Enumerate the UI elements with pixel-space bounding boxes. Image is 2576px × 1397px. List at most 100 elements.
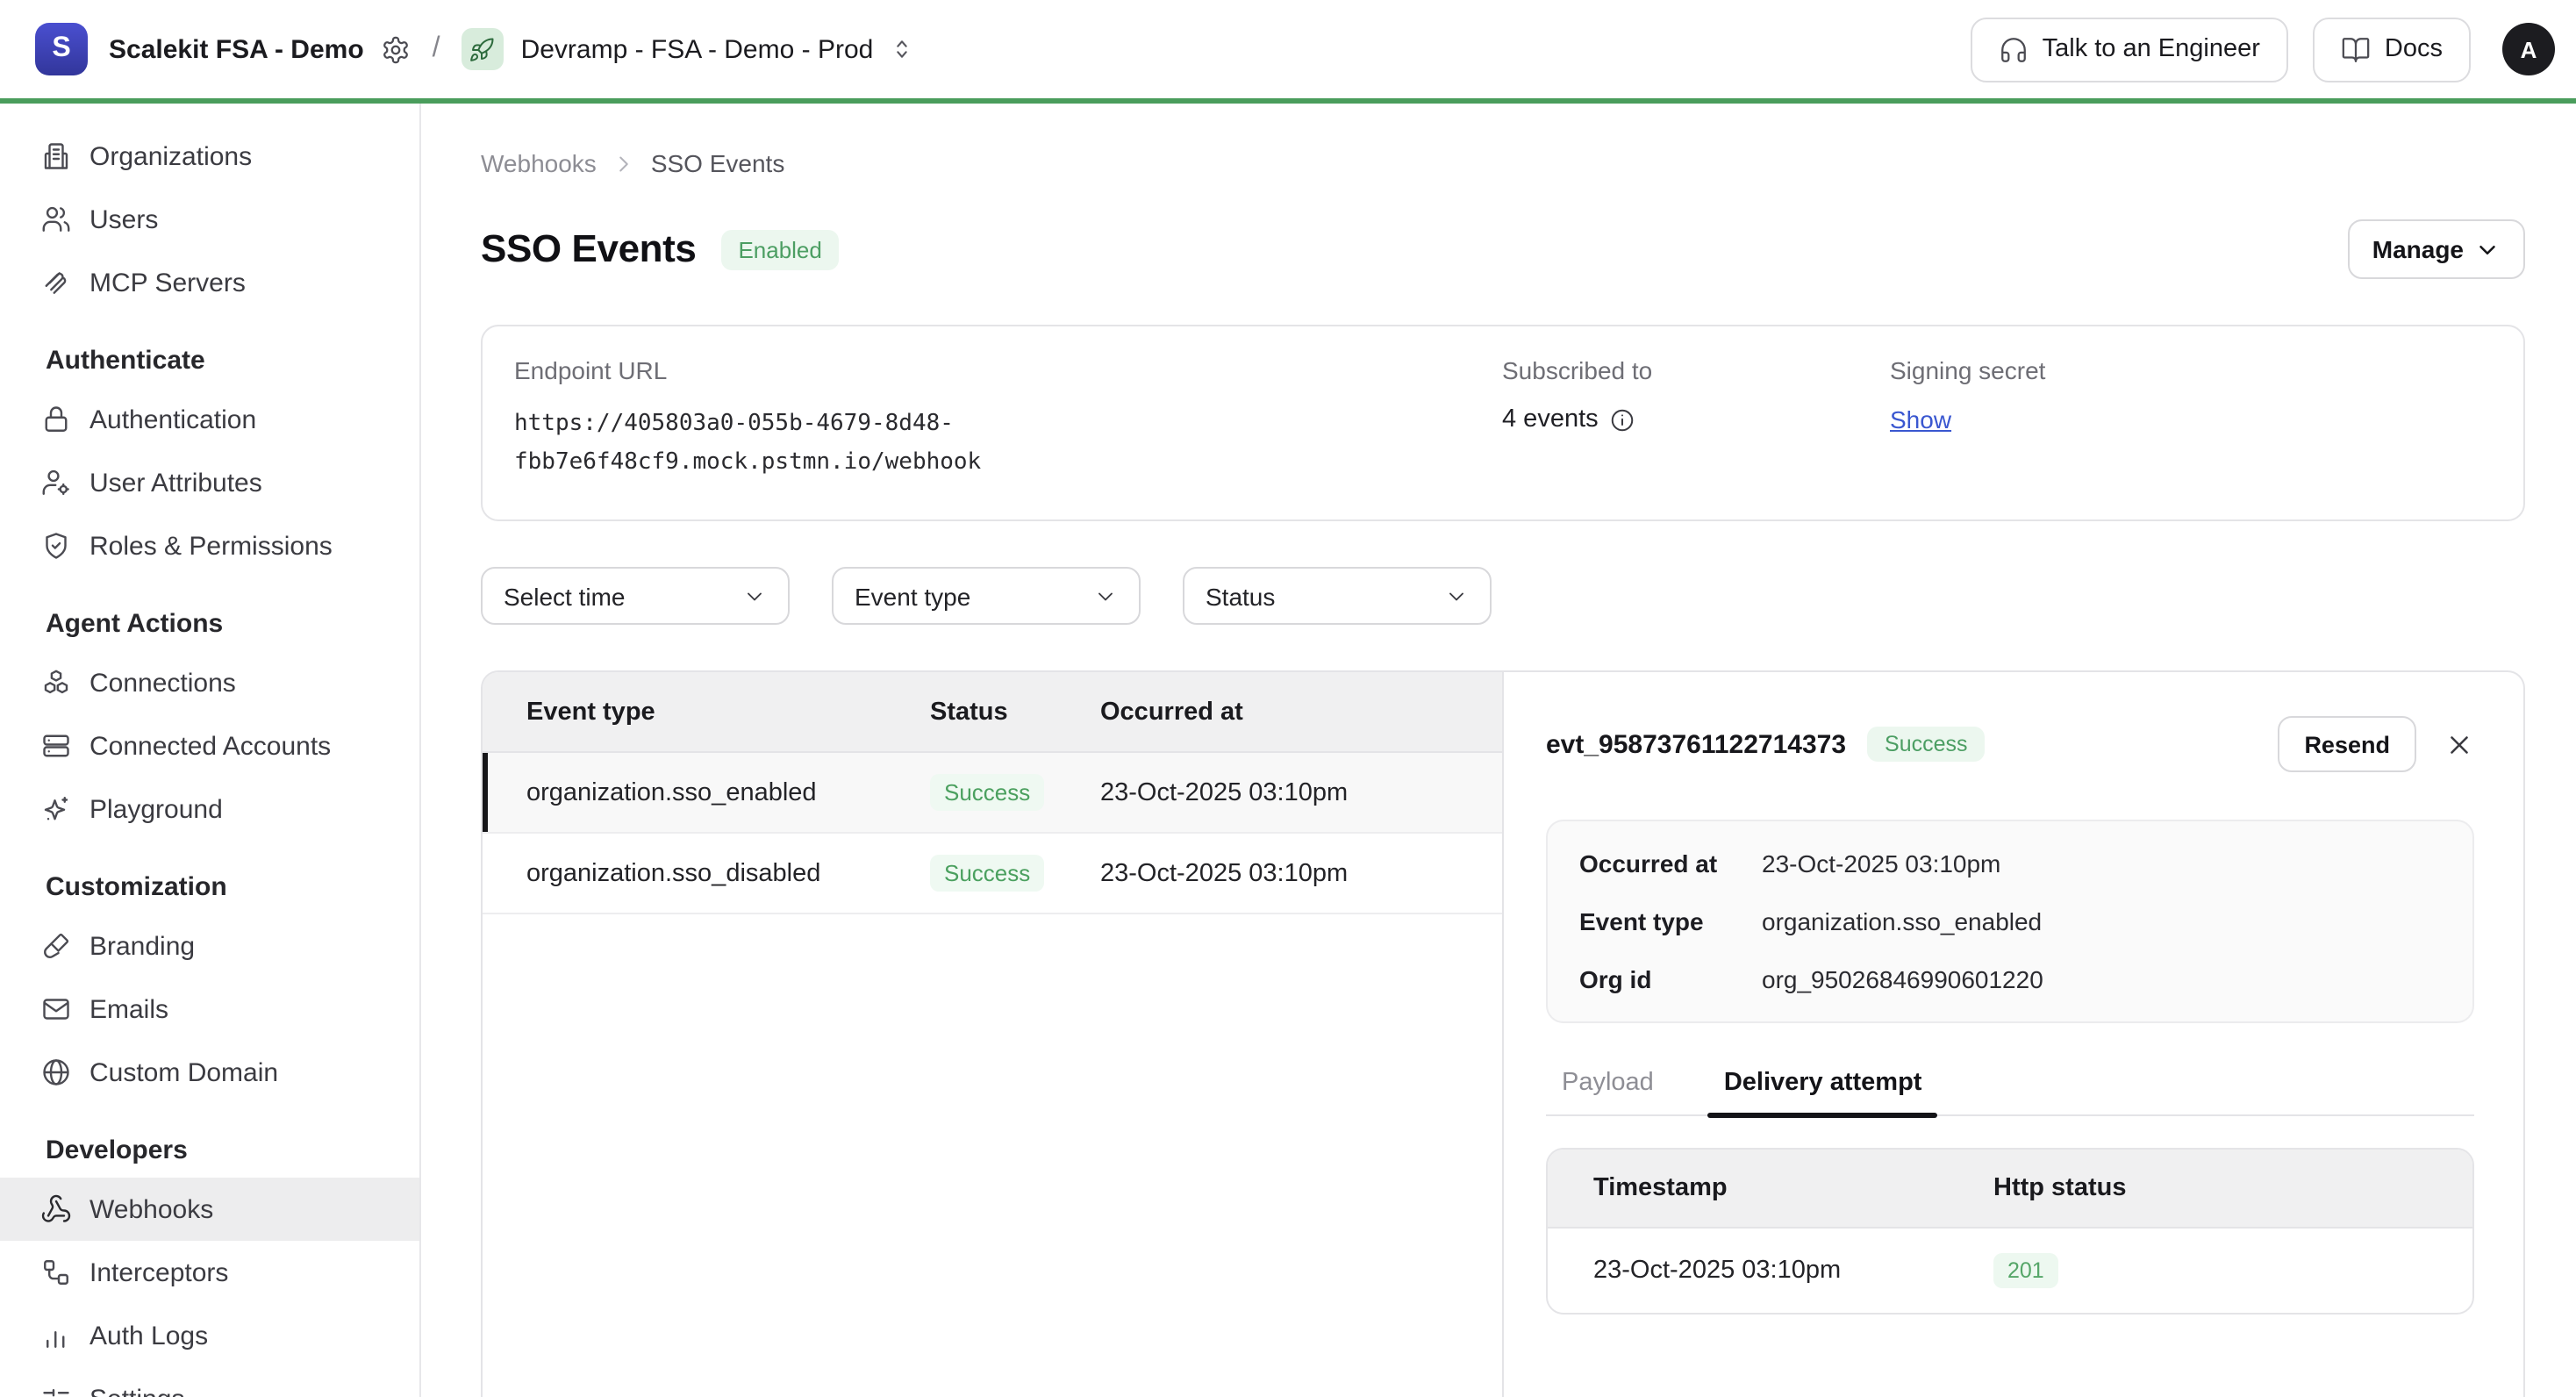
lock-icon <box>40 404 72 435</box>
delivery-table-header: Timestamp Http status <box>1548 1150 2472 1229</box>
endpoint-url-block: Endpoint URL https://405803a0-055b-4679-… <box>514 356 1502 483</box>
sidebar-item-settings[interactable]: Settings <box>0 1367 419 1397</box>
sidebar-item-user-attributes[interactable]: User Attributes <box>0 451 419 514</box>
event-type-filter-select[interactable]: Event type <box>832 567 1141 625</box>
chevron-down-icon <box>1093 584 1118 608</box>
user-gear-icon <box>40 467 72 498</box>
breadcrumb-slash: / <box>433 33 440 65</box>
detail-tabs: Payload Delivery attempt <box>1546 1069 2474 1116</box>
sidebar-item-connections[interactable]: Connections <box>0 651 419 714</box>
sidebar-item-mcp-servers[interactable]: MCP Servers <box>0 251 419 314</box>
subscribed-count: 4 events <box>1502 405 1599 433</box>
sliders-icon <box>40 1383 72 1397</box>
breadcrumb-sso-events: SSO Events <box>651 149 785 177</box>
main-content: Webhooks SSO Events SSO Events Enabled M… <box>421 104 2576 1397</box>
endpoint-url-value: https://405803a0-055b-4679-8d48-fbb7e6f4… <box>514 405 1014 483</box>
sidebar-item-interceptors[interactable]: Interceptors <box>0 1241 419 1304</box>
sidebar-item-playground[interactable]: Playground <box>0 777 419 841</box>
status-filter-select[interactable]: Status <box>1183 567 1492 625</box>
interceptor-icon <box>40 1257 72 1288</box>
chevron-down-icon <box>2474 236 2501 262</box>
breadcrumb: Webhooks SSO Events <box>481 149 2525 177</box>
signing-secret-block: Signing secret Show <box>1890 356 2492 483</box>
sidebar-item-auth-logs[interactable]: Auth Logs <box>0 1304 419 1367</box>
sidebar-item-roles-permissions[interactable]: Roles & Permissions <box>0 514 419 577</box>
workspace-name: Scalekit FSA - Demo <box>109 34 364 64</box>
sidebar-item-custom-domain[interactable]: Custom Domain <box>0 1041 419 1104</box>
sparkles-icon <box>40 793 72 825</box>
mail-icon <box>40 993 72 1025</box>
user-avatar[interactable]: A <box>2502 23 2555 75</box>
breadcrumb-webhooks[interactable]: Webhooks <box>481 149 597 177</box>
endpoint-card: Endpoint URL https://405803a0-055b-4679-… <box>481 325 2525 521</box>
status-badge: Success <box>930 855 1044 892</box>
users-icon <box>40 204 72 235</box>
info-icon[interactable] <box>1609 406 1635 433</box>
sidebar-item-users[interactable]: Users <box>0 188 419 251</box>
endpoint-url-label: Endpoint URL <box>514 356 1502 384</box>
signing-secret-label: Signing secret <box>1890 356 2492 384</box>
resend-button[interactable]: Resend <box>2278 716 2416 772</box>
workspace-settings-gear-icon[interactable] <box>382 34 411 64</box>
cubes-icon <box>40 667 72 698</box>
docs-button[interactable]: Docs <box>2313 17 2471 82</box>
webhook-icon <box>40 1193 72 1225</box>
events-table: Event type Status Occurred at organizati… <box>483 672 1502 1397</box>
tab-payload[interactable]: Payload <box>1546 1069 1670 1114</box>
delivery-attempts-table: Timestamp Http status 23-Oct-2025 03:10p… <box>1546 1148 2474 1315</box>
chevron-down-icon <box>1444 584 1469 608</box>
event-detail-panel: evt_95873761122714373 Success Resend Occ… <box>1502 672 2523 1397</box>
detail-field-event-type: Event type organization.sso_enabled <box>1579 907 2441 935</box>
subscribed-label: Subscribed to <box>1502 356 1890 384</box>
globe-icon <box>40 1057 72 1088</box>
sidebar: Organizations Users MCP Servers Authenti… <box>0 104 421 1397</box>
time-filter-select[interactable]: Select time <box>481 567 790 625</box>
scalekit-logo: S <box>35 23 88 75</box>
server-icon <box>40 730 72 762</box>
sidebar-section-agent-actions: Agent Actions <box>0 602 419 644</box>
book-open-icon <box>2341 34 2371 64</box>
talk-to-engineer-button[interactable]: Talk to an Engineer <box>1971 17 2288 82</box>
sidebar-item-authentication[interactable]: Authentication <box>0 388 419 451</box>
mcp-icon <box>40 267 72 298</box>
sidebar-section-developers: Developers <box>0 1128 419 1171</box>
events-split-card: Event type Status Occurred at organizati… <box>481 670 2525 1397</box>
page-title: SSO Events <box>481 226 696 272</box>
environment-name: Devramp - FSA - Demo - Prod <box>521 34 874 64</box>
sidebar-item-emails[interactable]: Emails <box>0 978 419 1041</box>
sidebar-item-webhooks[interactable]: Webhooks <box>0 1178 419 1241</box>
close-icon[interactable] <box>2444 729 2474 759</box>
tab-delivery-attempt[interactable]: Delivery attempt <box>1708 1069 1938 1114</box>
chevron-right-icon <box>611 150 637 176</box>
event-id: evt_95873761122714373 <box>1546 729 1846 759</box>
sidebar-item-connected-accounts[interactable]: Connected Accounts <box>0 714 419 777</box>
shield-check-icon <box>40 530 72 562</box>
event-detail-card: Occurred at 23-Oct-2025 03:10pm Event ty… <box>1546 820 2474 1023</box>
topbar: S Scalekit FSA - Demo / Devramp - FSA - … <box>0 0 2576 104</box>
detail-field-occurred-at: Occurred at 23-Oct-2025 03:10pm <box>1579 849 2441 878</box>
show-secret-link[interactable]: Show <box>1890 405 1951 433</box>
filters-row: Select time Event type Status <box>481 567 2525 625</box>
paintbrush-icon <box>40 930 72 962</box>
environment-rocket-icon <box>462 28 504 70</box>
http-status-badge: 201 <box>1993 1253 2058 1288</box>
chevron-down-icon <box>742 584 767 608</box>
table-row-sso-disabled[interactable]: organization.sso_disabled Success 23-Oct… <box>483 834 1502 914</box>
sidebar-item-organizations[interactable]: Organizations <box>0 125 419 188</box>
sidebar-section-authenticate: Authenticate <box>0 339 419 381</box>
event-status-badge: Success <box>1867 727 1986 762</box>
headphones-icon <box>1999 34 2029 64</box>
building-icon <box>40 140 72 172</box>
table-row-sso-enabled[interactable]: organization.sso_enabled Success 23-Oct-… <box>483 753 1502 834</box>
status-badge: Success <box>930 774 1044 811</box>
sidebar-section-customization: Customization <box>0 865 419 907</box>
manage-button[interactable]: Manage <box>2348 219 2525 279</box>
events-table-header: Event type Status Occurred at <box>483 672 1502 753</box>
enabled-badge: Enabled <box>720 229 839 269</box>
sidebar-item-branding[interactable]: Branding <box>0 914 419 978</box>
app-window: S Scalekit FSA - Demo / Devramp - FSA - … <box>0 0 2576 1397</box>
environment-switcher[interactable] <box>887 35 915 63</box>
bar-chart-icon <box>40 1320 72 1351</box>
delivery-table-row[interactable]: 23-Oct-2025 03:10pm 201 <box>1548 1229 2472 1313</box>
detail-field-org-id: Org id org_95026846990601220 <box>1579 965 2441 993</box>
